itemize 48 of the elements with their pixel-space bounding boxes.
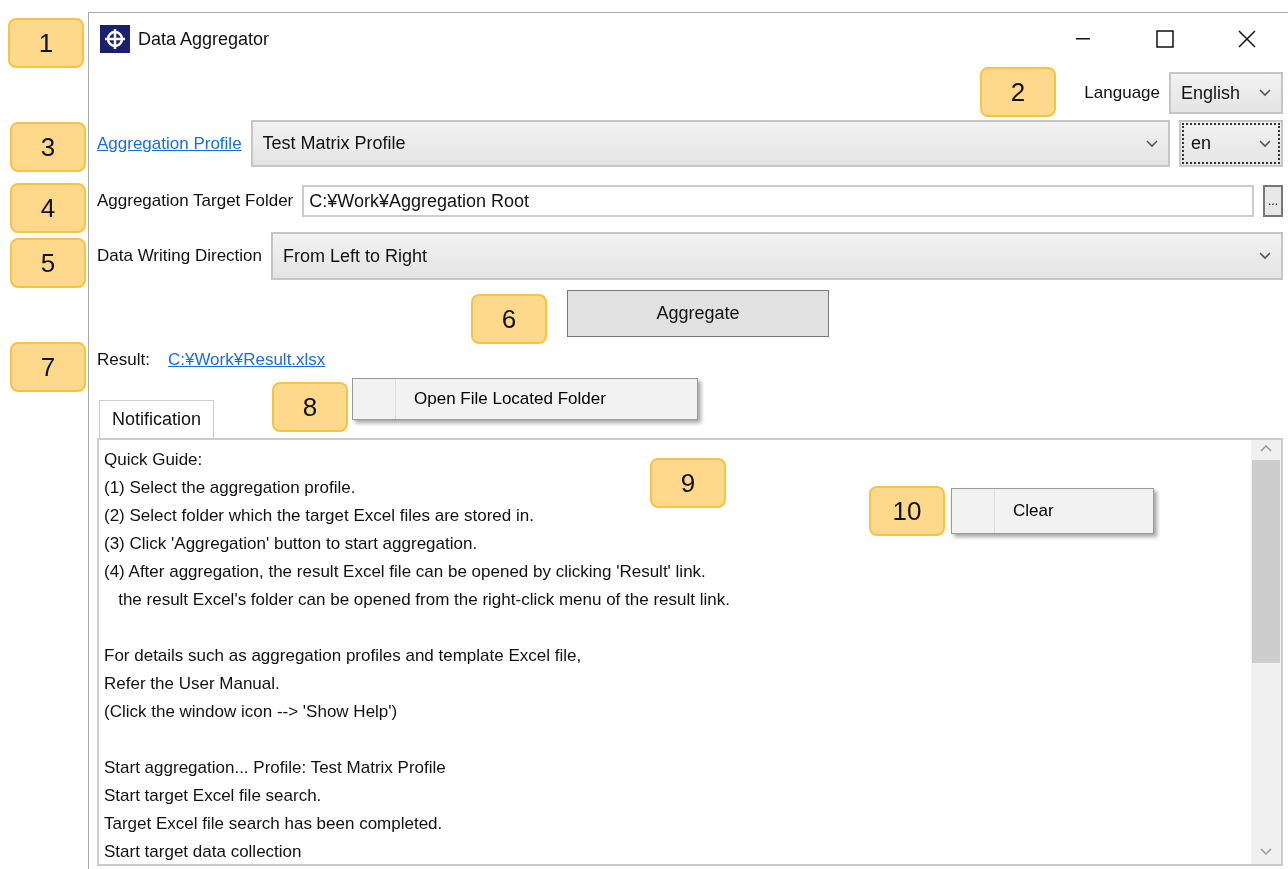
target-folder-field[interactable]: C:¥Work¥Aggregation Root: [302, 185, 1254, 217]
language-label: Language: [1084, 83, 1160, 103]
minimize-icon: [1076, 38, 1090, 40]
log-line: (3) Click 'Aggregation' button to start aggregation.: [104, 533, 478, 555]
callout-badge: 5: [10, 238, 86, 288]
log-line: For details such as aggregation profiles and template Excel file,: [104, 645, 582, 667]
target-folder-label: Aggregation Target Folder: [97, 191, 294, 211]
aggregation-profile-link[interactable]: Aggregation Profile: [97, 133, 242, 154]
log-line: the result Excel's folder can be opened from the right-click menu of the result link.: [117, 589, 730, 611]
writing-direction-label: Data Writing Direction: [97, 246, 263, 266]
callout-badge: 7: [10, 342, 86, 392]
result-link[interactable]: C:¥Work¥Result.xlsx: [167, 350, 326, 370]
chevron-down-icon: [1259, 89, 1271, 97]
log-line: Target Excel file search has been completed.: [104, 813, 443, 835]
callout-badge: 9: [650, 458, 726, 508]
app-icon[interactable]: [100, 25, 130, 53]
notification-tab[interactable]: Notification: [99, 400, 215, 438]
log-line: (1) Select the aggregation profile.: [104, 477, 356, 499]
log-line: Quick Guide:: [104, 449, 203, 471]
log-line: (2) Select folder which the target Excel files are stored in.: [104, 505, 534, 527]
menu-item[interactable]: Open File Located Folder: [396, 389, 606, 409]
chevron-down-icon: [1259, 139, 1271, 148]
log-line: (4) After aggregation, the result Excel file can be opened by clicking 'Result' link.: [104, 561, 706, 583]
window-title: Data Aggregator: [138, 28, 270, 50]
language-dropdown[interactable]: English: [1169, 72, 1283, 114]
menu-item[interactable]: Clear: [995, 501, 1054, 521]
close-icon: [1238, 30, 1256, 48]
chevron-down-icon: [1146, 139, 1158, 148]
callout-badge: 1: [8, 18, 84, 68]
callout-badge: 3: [10, 122, 86, 172]
callout-badge: 8: [272, 382, 348, 432]
locale-dropdown[interactable]: en: [1179, 120, 1283, 167]
callout-badge: 10: [869, 486, 945, 536]
writing-direction-dropdown[interactable]: From Left to Right: [271, 232, 1283, 280]
log-line: Refer the User Manual.: [104, 673, 280, 695]
callout-badge: 6: [471, 294, 547, 344]
log-line: Start target Excel file search.: [104, 785, 322, 807]
maximize-icon: [1156, 30, 1174, 48]
log-line: Start target data collection: [104, 841, 302, 863]
chevron-down-icon: [1259, 252, 1271, 260]
callout-badge: 4: [10, 183, 86, 233]
log-line: Start aggregation... Profile: Test Matrix Profile: [104, 757, 446, 779]
log-line: (Click the window icon --> 'Show Help'): [104, 701, 398, 723]
result-label: Result:: [97, 350, 150, 370]
profile-dropdown[interactable]: Test Matrix Profile: [250, 120, 1170, 167]
browse-button[interactable]: ...: [1263, 185, 1283, 217]
aggregate-button[interactable]: Aggregate: [567, 289, 829, 337]
callout-badge: 2: [980, 67, 1056, 117]
